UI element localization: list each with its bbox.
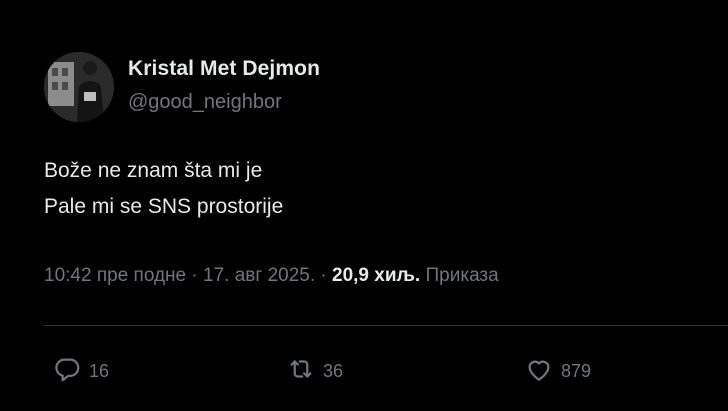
repost-icon [286,354,316,389]
tweet-text: Bože ne znam šta mi je Pale mi se SNS pr… [44,153,283,225]
views-count[interactable]: 20,9 хиљ. [332,265,420,286]
tweet-line: Pale mi se SNS prostorije [44,195,284,218]
divider [44,325,728,326]
tweet-date[interactable]: 17. авг 2025. [203,265,315,286]
avatar[interactable] [44,52,114,122]
author-name[interactable]: Kristal Met Dejmon [128,57,320,81]
avatar-photo [44,52,114,122]
tweet-detail-view: Kristal Met Dejmon @good_neighbor Bože n… [0,0,728,411]
tweet-line: Bože ne znam šta mi je [44,159,263,182]
tweet-time[interactable]: 10:42 пре подне [44,265,186,286]
reply-icon [52,354,82,389]
heart-icon [524,354,554,389]
repost-count: 36 [323,361,344,381]
meta-separator: · [315,265,333,286]
tweet-meta: 10:42 пре подне · 17. авг 2025. · 20,9 х… [44,265,499,287]
meta-separator: · [186,265,204,286]
repost-button[interactable]: 36 [286,354,343,389]
reply-count: 16 [89,361,110,381]
like-count: 879 [561,361,592,381]
reply-button[interactable]: 16 [52,354,109,389]
views-label: Приказа [420,265,499,286]
author-handle[interactable]: @good_neighbor [128,91,282,114]
like-button[interactable]: 879 [524,354,591,389]
